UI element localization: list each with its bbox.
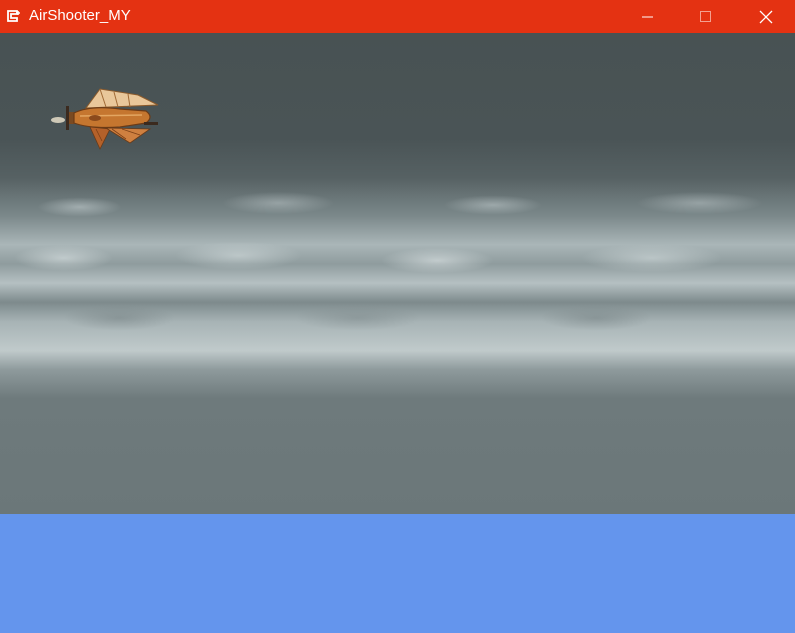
cloud-layer — [0, 233, 795, 283]
game-window: AirShooter_MY — [0, 0, 795, 633]
cloud-layer — [0, 293, 795, 343]
window-title: AirShooter_MY — [29, 7, 131, 24]
close-icon — [759, 10, 773, 23]
close-button[interactable] — [737, 0, 795, 33]
maximize-icon — [700, 10, 711, 22]
cloudy-sky-background — [0, 33, 795, 514]
minimize-button[interactable] — [619, 0, 677, 33]
game-clear-color-area — [0, 514, 795, 633]
minimize-icon — [642, 16, 653, 17]
title-bar[interactable]: AirShooter_MY — [0, 0, 795, 33]
cloud-layer — [0, 183, 795, 223]
maximize-button[interactable] — [677, 0, 735, 33]
player-airship-sprite — [51, 88, 159, 150]
game-app-icon — [7, 10, 20, 22]
game-viewport[interactable] — [0, 33, 795, 633]
